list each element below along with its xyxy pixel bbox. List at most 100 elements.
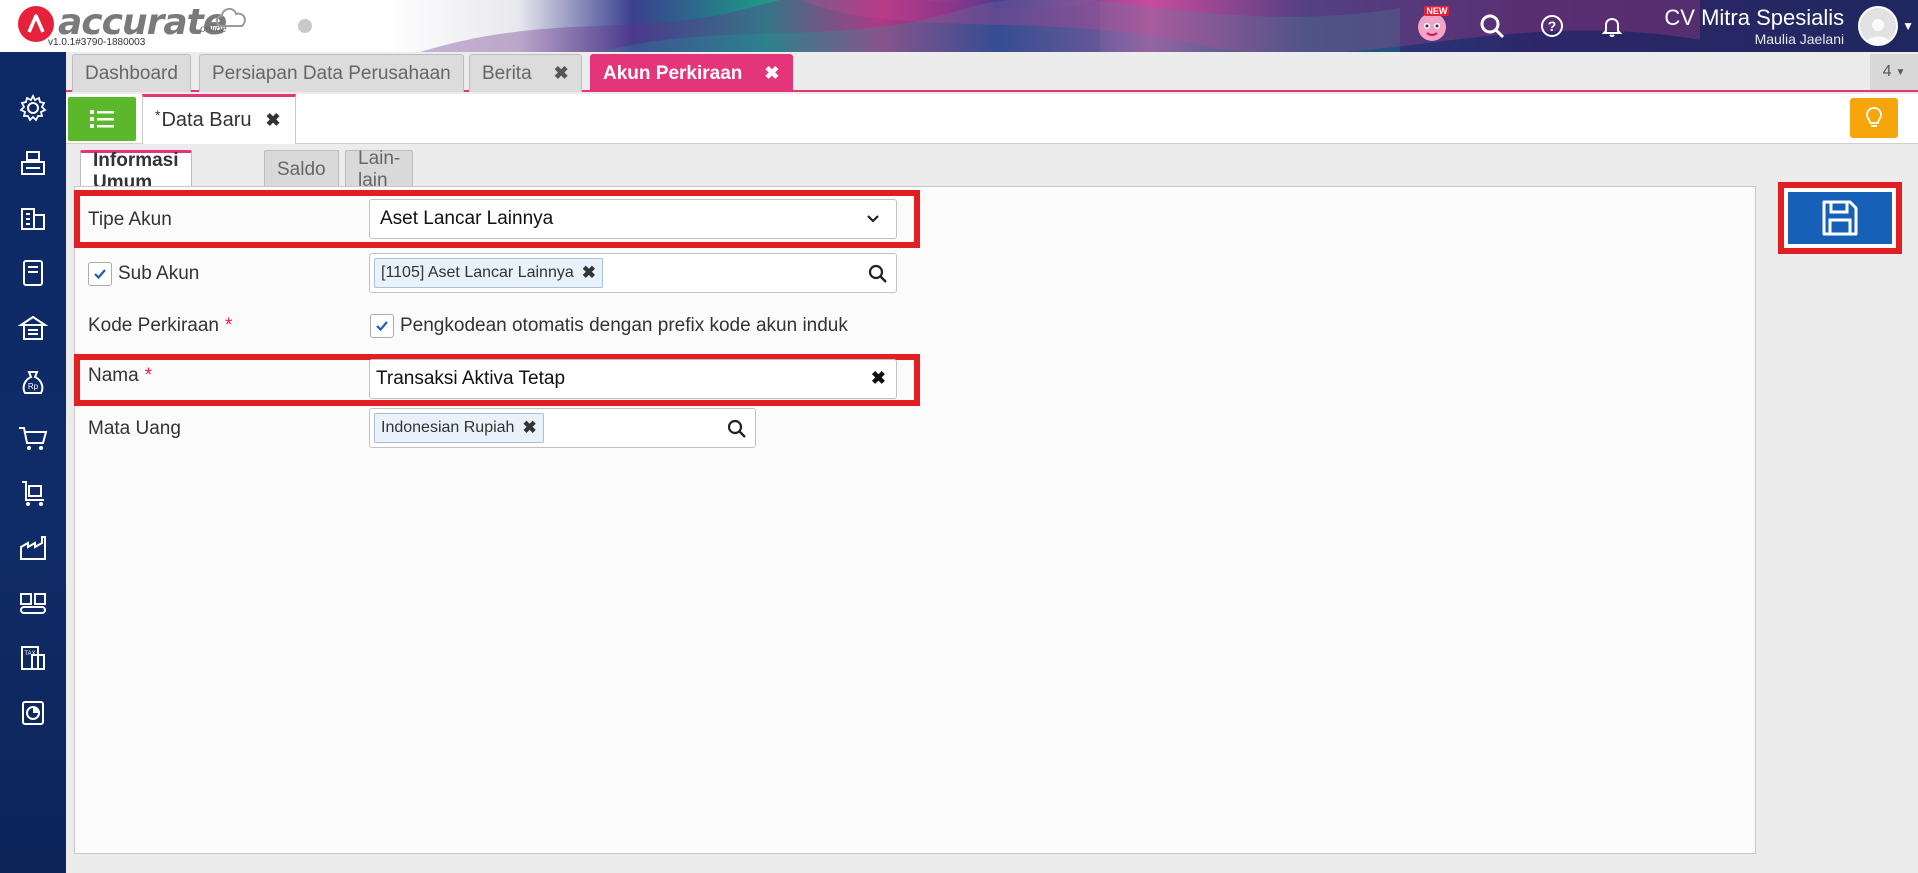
- nama-label-text: Nama: [88, 365, 139, 386]
- new-badge: NEW: [1424, 6, 1450, 16]
- required-marker: *: [144, 365, 153, 386]
- report-chart-icon: [22, 700, 44, 725]
- logo-online-label: online: [200, 24, 227, 35]
- money-bag-icon: Rp: [22, 370, 44, 394]
- notification-button[interactable]: [1590, 4, 1634, 48]
- mata-uang-field[interactable]: Indonesian Rupiah ✖: [369, 408, 756, 448]
- nama-value: Transaksi Aktiva Tetap: [376, 368, 566, 389]
- close-icon[interactable]: ✖: [554, 63, 569, 84]
- tab-label: Berita: [482, 62, 532, 84]
- tab-label: Dashboard: [85, 62, 178, 84]
- sidebar-item-reports[interactable]: [0, 685, 66, 740]
- shopping-cart-icon: [19, 426, 48, 450]
- svg-text:Rp: Rp: [28, 382, 39, 391]
- sidebar-item-bank[interactable]: [0, 300, 66, 355]
- company-name: CV Mitra Spesialis: [1664, 5, 1845, 30]
- factory-icon: [20, 535, 46, 560]
- help-button[interactable]: ?: [1530, 4, 1574, 48]
- header-actions: NEW ? CV Mitra Spesialis Maulia Jaelani …: [1394, 0, 1918, 52]
- sidebar-item-settings[interactable]: [0, 80, 66, 135]
- sidebar-item-purchase[interactable]: [0, 465, 66, 520]
- close-icon[interactable]: ✖: [522, 418, 536, 438]
- sub-akun-chip-label: [1105] Aset Lancar Lainnya: [381, 264, 574, 281]
- nama-label: Nama *: [88, 365, 152, 387]
- avatar[interactable]: [1858, 6, 1899, 46]
- open-tabs-count-button[interactable]: 4 ▼: [1870, 54, 1918, 90]
- search-icon[interactable]: [868, 264, 888, 284]
- tab-data-baru[interactable]: * Data Baru ✖: [142, 94, 296, 144]
- tab-lain-lain[interactable]: Lain-lain: [345, 148, 414, 191]
- version-label: v1.0.1#3790-1880003: [48, 37, 146, 48]
- building-icon: [21, 207, 45, 230]
- tab-informasi-umum[interactable]: Informasi Umum: [80, 150, 192, 193]
- kode-perkiraan-label-text: Kode Perkiraan: [88, 315, 219, 336]
- sidebar-item-manufacturing[interactable]: [0, 575, 66, 630]
- auto-code-checkbox[interactable]: [370, 314, 394, 338]
- search-button[interactable]: [1470, 4, 1514, 48]
- company-info[interactable]: CV Mitra Spesialis Maulia Jaelani: [1664, 5, 1844, 47]
- chevron-down-icon: [867, 215, 879, 223]
- tab-akun-perkiraan[interactable]: Akun Perkiraan ✖: [590, 54, 793, 92]
- user-avatar-icon: [1866, 19, 1891, 44]
- form-panel: [74, 186, 1756, 854]
- tipe-akun-value: Aset Lancar Lainnya: [380, 208, 554, 229]
- svg-text:?: ?: [1548, 18, 1557, 34]
- sidebar-item-company[interactable]: [0, 190, 66, 245]
- document-toolbar: * Data Baru ✖: [66, 94, 1918, 144]
- bell-icon: [1601, 17, 1623, 37]
- tax-icon: TAX: [21, 645, 45, 670]
- mata-uang-chip: Indonesian Rupiah ✖: [374, 413, 544, 443]
- auto-code-label: Pengkodean otomatis dengan prefix kode a…: [400, 315, 848, 336]
- search-icon[interactable]: [727, 419, 747, 439]
- help-icon: ?: [1541, 15, 1564, 37]
- chevron-down-icon[interactable]: ▼: [1902, 19, 1914, 33]
- module-tab-bar: Dashboard Persiapan Data Perusahaan Beri…: [66, 52, 1918, 92]
- mata-uang-label: Mata Uang: [88, 418, 181, 439]
- chevron-down-icon: ▼: [1895, 66, 1906, 78]
- status-dot-icon: [298, 19, 312, 33]
- tab-label: Akun Perkiraan: [603, 62, 743, 84]
- close-icon[interactable]: ✖: [764, 63, 779, 84]
- mata-uang-chip-label: Indonesian Rupiah: [381, 419, 515, 436]
- sidebar-item-tax[interactable]: TAX: [0, 630, 66, 685]
- tab-persiapan-data[interactable]: Persiapan Data Perusahaan: [199, 54, 464, 92]
- required-marker: *: [224, 315, 233, 336]
- check-icon: [94, 269, 106, 280]
- sidebar-item-sales[interactable]: [0, 410, 66, 465]
- svg-text:TAX: TAX: [24, 651, 35, 657]
- sidebar-item-inventory[interactable]: [0, 520, 66, 575]
- unsaved-marker: *: [155, 106, 161, 123]
- sub-akun-checkbox[interactable]: [88, 262, 112, 286]
- close-icon[interactable]: ✖: [582, 263, 596, 283]
- conveyor-icon: [20, 592, 46, 614]
- tab-label: Persiapan Data Perusahaan: [212, 62, 451, 84]
- gear-icon: [19, 93, 47, 122]
- warehouse-icon: [18, 315, 48, 340]
- sidebar-item-ledger[interactable]: [0, 245, 66, 300]
- sidebar-item-money[interactable]: Rp: [0, 355, 66, 410]
- tipe-akun-select[interactable]: Aset Lancar Lainnya: [369, 199, 897, 239]
- search-icon: [1480, 14, 1505, 39]
- clear-icon[interactable]: ✖: [871, 368, 886, 389]
- left-sidebar: Rp TAX: [0, 52, 66, 873]
- nama-input[interactable]: Transaksi Aktiva Tetap ✖: [369, 359, 897, 399]
- sub-akun-field[interactable]: [1105] Aset Lancar Lainnya ✖: [369, 253, 897, 293]
- user-name: Maulia Jaelani: [1754, 31, 1845, 47]
- sub-akun-chip: [1105] Aset Lancar Lainnya ✖: [374, 258, 603, 288]
- tips-button[interactable]: [1850, 98, 1898, 138]
- sidebar-item-cash[interactable]: [0, 135, 66, 190]
- form-tab-label: Saldo: [277, 158, 326, 180]
- sub-akun-label: Sub Akun: [118, 263, 200, 284]
- tipe-akun-label: Tipe Akun: [88, 209, 172, 230]
- lightbulb-icon: [1866, 107, 1882, 127]
- doc-tab-label: Data Baru: [161, 109, 252, 131]
- check-icon: [376, 321, 388, 332]
- tab-dashboard[interactable]: Dashboard: [72, 54, 191, 92]
- tab-count-label: 4: [1882, 63, 1892, 80]
- tab-berita[interactable]: Berita ✖: [469, 54, 582, 92]
- list-view-button[interactable]: [68, 97, 136, 141]
- save-button[interactable]: [1788, 192, 1892, 244]
- mascot-news-button[interactable]: NEW: [1410, 4, 1454, 48]
- close-icon[interactable]: ✖: [266, 110, 281, 131]
- tab-saldo[interactable]: Saldo: [264, 150, 339, 188]
